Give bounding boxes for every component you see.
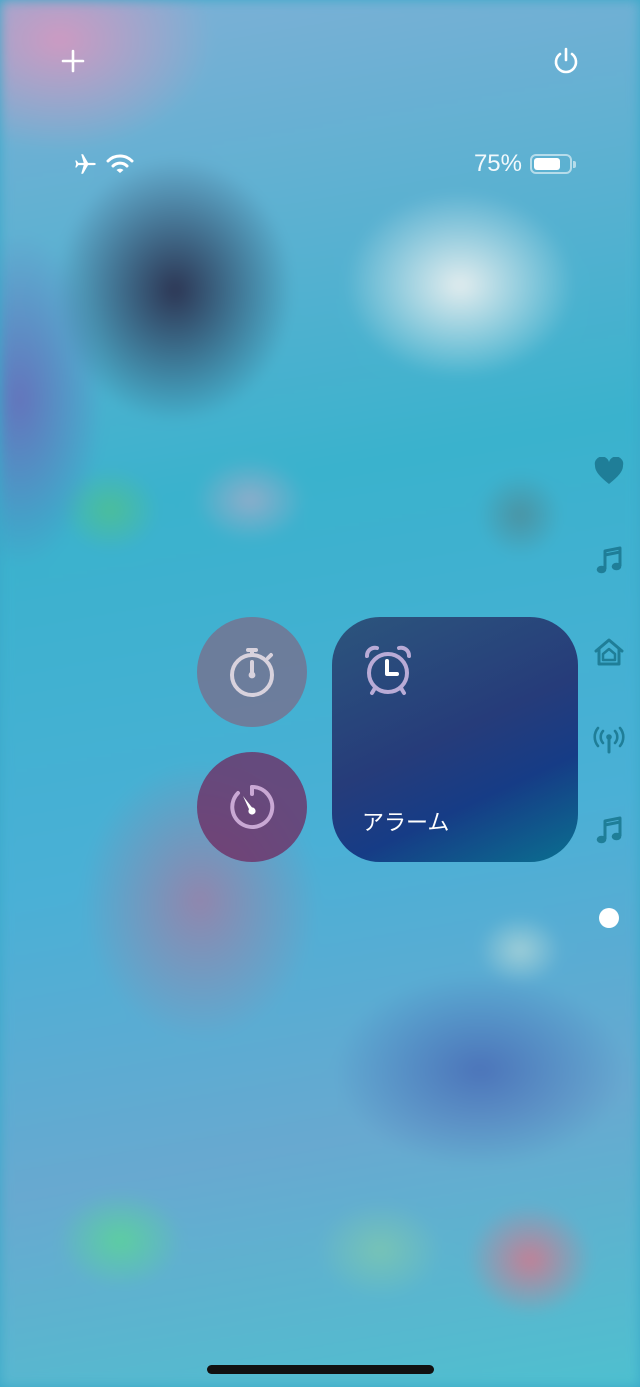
- status-bar-right: 75%: [440, 150, 576, 178]
- alarm-label: アラーム: [362, 811, 450, 836]
- power-icon: [554, 47, 578, 74]
- heart-icon: [594, 457, 624, 484]
- timer-icon: [230, 784, 275, 829]
- stopwatch-icon: [230, 648, 274, 697]
- page-music-1[interactable]: [589, 541, 629, 581]
- home-indicator[interactable]: [207, 1365, 434, 1374]
- home-icon: [594, 638, 624, 666]
- add-control-button[interactable]: [53, 41, 93, 81]
- page-health[interactable]: [589, 451, 629, 491]
- power-button[interactable]: [546, 41, 586, 81]
- status-bar-left: [72, 150, 134, 178]
- music-note-icon: [596, 546, 622, 574]
- timer-button[interactable]: [197, 752, 307, 862]
- plus-icon: [61, 49, 85, 73]
- music-note-icon: [596, 816, 622, 844]
- battery-level-fill: [534, 158, 560, 170]
- alarm-clock-icon: [365, 645, 411, 695]
- page-connectivity[interactable]: [589, 720, 629, 760]
- alarm-tile[interactable]: アラーム: [332, 617, 578, 862]
- antenna-icon: [593, 726, 625, 754]
- battery-percentage: 75%: [473, 150, 522, 177]
- battery-icon: [530, 154, 576, 174]
- wifi-icon: [106, 154, 134, 173]
- page-music-2[interactable]: [589, 811, 629, 851]
- airplane-icon: [75, 154, 96, 174]
- current-page-dot[interactable]: [599, 908, 619, 928]
- stopwatch-button[interactable]: [197, 617, 307, 727]
- page-home[interactable]: [589, 632, 629, 672]
